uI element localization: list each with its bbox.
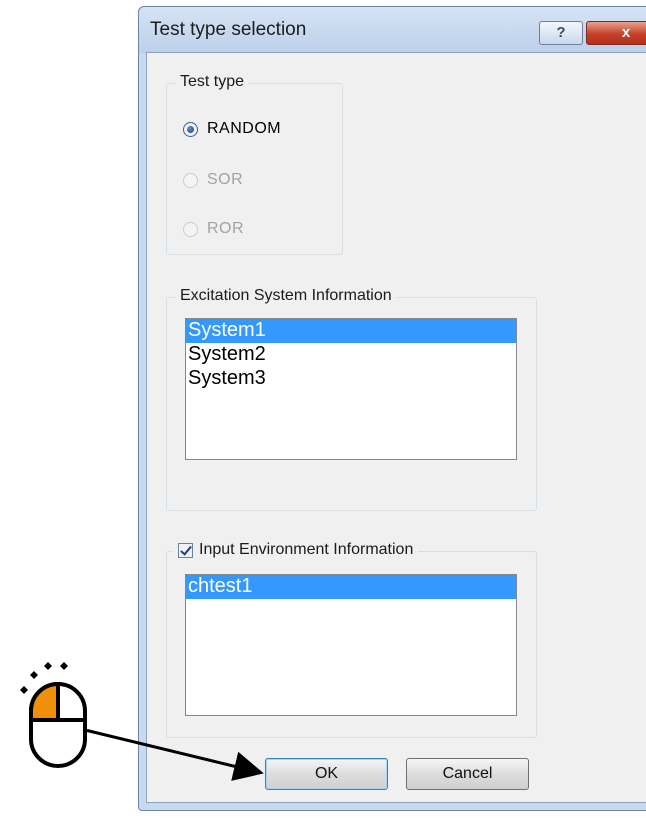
pointer-arrow <box>84 728 264 781</box>
annotation-overlay <box>20 662 264 781</box>
mouse-click-icon <box>20 662 87 768</box>
